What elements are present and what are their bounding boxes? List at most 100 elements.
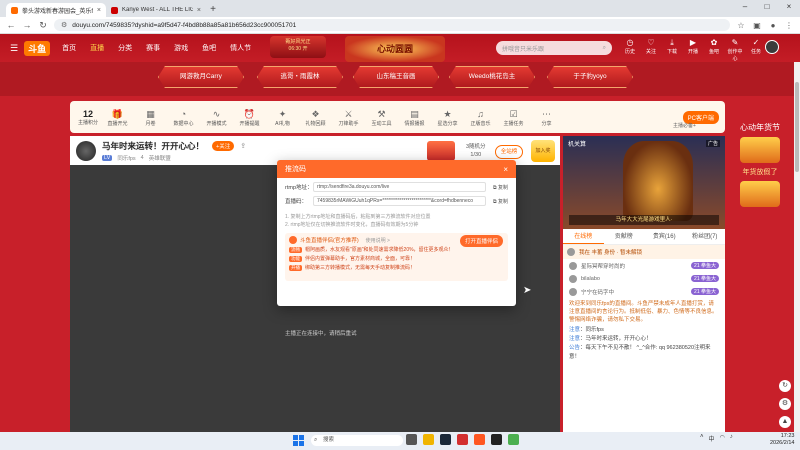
tab-contribution[interactable]: 贡献榜 — [604, 229, 645, 244]
bookmark-star-icon[interactable]: ☆ — [736, 21, 746, 30]
extensions-icon[interactable]: ▣ — [752, 21, 762, 30]
toolbar-item[interactable]: 🎁 直播开光 — [102, 108, 133, 127]
toolbar-item[interactable]: ♫ 正版音乐 — [465, 108, 496, 127]
toolbar-item[interactable]: ▤ 情报播报 — [399, 108, 430, 127]
header-golive[interactable]: ▶ 开播 — [685, 38, 701, 62]
taskbar-search[interactable]: ⌕ 搜索 — [311, 435, 403, 446]
hamburger-menu-icon[interactable]: ☰ — [10, 43, 18, 54]
netease-music-icon[interactable] — [457, 434, 468, 445]
toolbar-item[interactable]: ▦ 月卷 — [135, 108, 166, 127]
nav-yuba[interactable]: 鱼吧 — [202, 43, 216, 53]
site-info-icon[interactable]: ⚙ — [61, 21, 67, 29]
toolbar-item[interactable]: ✦ AI礼物 — [267, 108, 298, 127]
side-ad-video[interactable]: 机关算 广告 马年大大光尾游戏里人· — [563, 136, 725, 229]
pc-client-sub[interactable]: 主播必备+ — [673, 122, 696, 129]
list-item[interactable]: bilalabo 21 拳鱼大 — [563, 272, 725, 285]
close-tab-icon[interactable]: × — [97, 7, 101, 14]
header-history[interactable]: ◷ 历史 — [622, 38, 638, 62]
identity-bar[interactable]: 我在 丰蓄 身份 · 暂未解锁 — [563, 245, 725, 259]
streamer-button[interactable]: Weedo桃花岛主 — [449, 66, 535, 88]
toolbar-item[interactable]: ★ 星选分享 — [432, 108, 463, 127]
browser-menu-icon[interactable]: ⋮ — [784, 21, 794, 30]
tab-online-rank[interactable]: 在线榜 — [563, 229, 604, 244]
streamer-button[interactable]: 逃哥・雨霞林 — [257, 66, 343, 88]
toolbar-item[interactable]: ∿ 开播模式 — [201, 108, 232, 127]
nav-valentine[interactable]: 情人节 — [230, 43, 251, 53]
header-task[interactable]: ✓ 任务 — [748, 38, 764, 62]
chat-user[interactable]: 公告 — [569, 345, 580, 351]
tab-fanclub[interactable]: 粉丝团(7) — [685, 229, 726, 244]
user-avatar[interactable] — [765, 40, 779, 54]
douyu-app-icon[interactable] — [474, 434, 485, 445]
nav-games[interactable]: 游戏 — [174, 43, 188, 53]
site-rank-button[interactable]: 全站榜 — [495, 145, 523, 159]
stream-code-field[interactable]: 7459835rMAWiGUuh1qPRs=******************… — [313, 196, 486, 206]
toolbar-item[interactable]: ⋯ 分享 — [531, 108, 562, 127]
refresh-icon[interactable]: ↻ — [779, 380, 791, 392]
browser-tab-kanye[interactable]: Kanye West - ALL THE LIGHTS × — [106, 3, 206, 17]
back-icon[interactable]: ← — [6, 20, 16, 30]
join-reward-badge[interactable]: 加入奖 — [531, 140, 555, 162]
points-counter[interactable]: 12 主播积分 — [76, 109, 100, 126]
settings-icon[interactable]: ⚙ — [779, 398, 791, 410]
tab-vip[interactable]: 贵宾(16) — [644, 229, 685, 244]
category-link[interactable]: 英雄联盟 — [149, 154, 171, 162]
windows-start-icon[interactable] — [293, 435, 304, 446]
obs-icon[interactable] — [491, 434, 502, 445]
event-banner-center[interactable]: 心动圆圆 — [345, 36, 445, 62]
close-window-icon[interactable]: × — [778, 0, 800, 14]
streamer-button[interactable]: 网游救月Carry — [158, 66, 244, 88]
toolbar-item[interactable]: ⚔ 刀锋助手 — [333, 108, 364, 127]
header-create[interactable]: ✎ 创作中心 — [727, 38, 743, 62]
browser-tab-douyu[interactable]: 拳头游戏新春游园会_英乐fps直 × — [6, 3, 106, 17]
reload-icon[interactable]: ↻ — [38, 20, 48, 31]
rtmp-field[interactable]: rtmp://sendfire3a.douyu.com/live — [313, 182, 486, 192]
url-field[interactable]: ⚙ douyu.com/7459835?dyshid=a9f5d47-f4bd8… — [54, 19, 730, 31]
nav-events[interactable]: 赛事 — [146, 43, 160, 53]
file-explorer-icon[interactable] — [423, 434, 434, 445]
streamer-button[interactable]: 山东稿王音画 — [353, 66, 439, 88]
toolbar-item[interactable]: ❖ 礼物回顾 — [300, 108, 331, 127]
toolbar-item[interactable]: ⚒ 互动工具 — [366, 108, 397, 127]
close-tab-icon[interactable]: × — [197, 7, 201, 14]
open-companion-button[interactable]: 打开直播伴侣 — [459, 235, 503, 247]
copy-rtmp-button[interactable]: ⧉ 复制 — [486, 184, 508, 191]
toolbar-item[interactable]: ☑ 主播任务 — [498, 108, 529, 127]
event-banner-small[interactable]: 甄好风光正 06:30 开 — [270, 36, 326, 58]
streamer-button[interactable]: 于子豹yoyo — [547, 66, 633, 88]
header-download[interactable]: ⤓ 下载 — [664, 38, 680, 62]
chat-user[interactable]: 注意 — [569, 336, 580, 342]
copy-code-button[interactable]: ⧉ 复制 — [486, 198, 508, 205]
maximize-icon[interactable]: □ — [756, 0, 778, 14]
toolbar-item[interactable]: ⏰ 开播提醒 — [234, 108, 265, 127]
language-icon[interactable]: 中 — [709, 434, 715, 443]
rank-gift-image[interactable] — [427, 141, 455, 161]
follow-button[interactable]: +关注 — [212, 140, 235, 151]
task-view-icon[interactable] — [406, 434, 417, 445]
streamer-avatar[interactable] — [76, 140, 96, 161]
header-follow[interactable]: ♡ 关注 — [643, 38, 659, 62]
douyu-logo[interactable]: 斗鱼 — [24, 40, 51, 56]
share-icon[interactable]: ⇪ — [240, 142, 246, 150]
chat-user[interactable]: 注意 — [569, 327, 580, 333]
nav-home[interactable]: 首页 — [62, 43, 76, 53]
list-item[interactable]: 宁宁在码字中 21 拳鱼大 — [563, 285, 725, 298]
scrollbar-thumb[interactable] — [795, 82, 799, 172]
site-search-input[interactable]: 拼哦音只米乐跟 ⌕ — [496, 41, 612, 55]
back-to-top-icon[interactable]: ▲ — [779, 416, 791, 428]
volume-icon[interactable]: ♪ — [730, 434, 733, 443]
profile-icon[interactable]: ● — [768, 21, 778, 30]
taskbar-clock[interactable]: 17:23 2026/2/14 — [770, 433, 794, 447]
steam-icon[interactable] — [440, 434, 451, 445]
close-icon[interactable]: × — [503, 165, 508, 174]
chevron-up-icon[interactable]: ˄ — [700, 434, 704, 443]
minimize-icon[interactable]: – — [734, 0, 756, 14]
promo-help-link[interactable]: 使用说明 > — [366, 237, 390, 244]
forward-icon[interactable]: → — [22, 20, 32, 30]
header-yuba[interactable]: ✿ 鱼吧 — [706, 38, 722, 62]
nav-live[interactable]: 直播 — [90, 43, 104, 53]
festival-side-ad[interactable]: 心动年货节 年货放假了 — [730, 100, 790, 300]
list-item[interactable]: 星际冥帮穿时尚的 21 拳鱼大 — [563, 259, 725, 272]
search-icon[interactable]: ⌕ — [603, 45, 606, 52]
streamer-name[interactable]: 同乐fps — [117, 154, 135, 162]
